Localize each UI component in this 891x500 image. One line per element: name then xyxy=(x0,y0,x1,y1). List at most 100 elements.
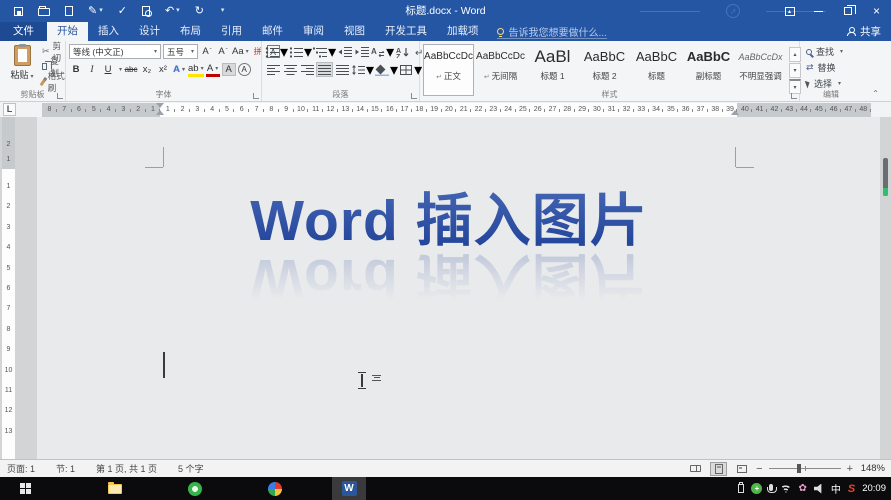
decrease-indent-button[interactable] xyxy=(337,44,353,59)
customize-qat-icon[interactable]: ▾ xyxy=(219,0,225,22)
format-painter-button[interactable]: 格式刷 xyxy=(39,71,65,93)
word-taskbar-button[interactable]: W xyxy=(332,477,366,500)
zoom-slider[interactable] xyxy=(768,464,841,473)
bullets-button[interactable]: ▾ xyxy=(265,44,288,61)
subscript-button[interactable]: x₂ xyxy=(140,62,154,77)
line-spacing-button[interactable]: ▾ xyxy=(351,62,374,79)
web-layout-button[interactable] xyxy=(733,462,750,476)
wifi-icon[interactable] xyxy=(780,484,792,493)
tab-insert[interactable]: 插入 xyxy=(88,22,129,41)
styles-dialog-launcher[interactable] xyxy=(791,93,797,99)
shading-button[interactable]: ▾ xyxy=(375,62,398,79)
print-layout-button[interactable] xyxy=(710,461,728,476)
zoom-in-button[interactable]: + xyxy=(847,463,853,474)
increase-indent-button[interactable] xyxy=(354,44,370,59)
bold-button[interactable]: B xyxy=(69,62,83,77)
enclose-characters-button[interactable]: A xyxy=(237,63,251,76)
italic-button[interactable]: I xyxy=(85,62,99,77)
usb-device-icon[interactable] xyxy=(738,482,745,493)
browser-button[interactable] xyxy=(258,477,292,500)
sort-button[interactable] xyxy=(395,44,411,59)
find-button[interactable]: 查找 ▾ xyxy=(806,44,843,59)
ribbon-display-options-icon[interactable]: ▴ xyxy=(775,0,804,22)
strikethrough-button[interactable]: abc xyxy=(124,62,138,77)
zoom-percentage[interactable]: 148% xyxy=(859,463,885,474)
start-button[interactable] xyxy=(8,477,42,500)
paragraph-dialog-launcher[interactable] xyxy=(411,93,417,99)
tab-file[interactable]: 文件 xyxy=(0,22,47,41)
page-count-indicator[interactable]: 第 1 页, 共 1 页 xyxy=(96,462,157,475)
restore-down-icon[interactable] xyxy=(833,0,862,22)
spelling-check-icon[interactable]: ✓ xyxy=(118,0,127,22)
scrollbar-thumb[interactable] xyxy=(883,158,888,196)
superscript-button[interactable]: x² xyxy=(156,62,170,77)
vertical-ruler[interactable]: 21 1 2 3 4 5 6 7 8 9 10 11 12 13 xyxy=(2,117,15,459)
ink-signature-icon[interactable]: ✎ ▾ xyxy=(88,0,103,22)
tab-layout[interactable]: 布局 xyxy=(170,22,211,41)
document-area[interactable]: Word 插入图片 Word 插入图片 xyxy=(15,117,891,459)
undo-icon[interactable]: ↶ ▾ xyxy=(165,0,180,22)
tab-addins[interactable]: 加载项 xyxy=(437,22,489,41)
font-dialog-launcher[interactable] xyxy=(253,93,259,99)
align-center-button[interactable] xyxy=(282,62,298,77)
shrink-font-button[interactable]: Aˇ xyxy=(216,44,230,59)
page-indicator[interactable]: 页面: 1 xyxy=(7,462,35,475)
sogou-ime-icon[interactable]: S xyxy=(848,483,855,495)
volume-icon[interactable] xyxy=(813,483,822,494)
font-name-combobox[interactable]: 等线 (中文正) ▾ xyxy=(69,44,161,59)
microphone-icon[interactable] xyxy=(767,484,778,493)
close-icon[interactable]: × xyxy=(862,0,891,22)
horizontal-ruler[interactable]: 87654321 1 2 3 4 5 6 7 8 9 10 11 12 13 14 15 16 17 18 19 20… xyxy=(42,103,871,117)
zoom-out-button[interactable]: − xyxy=(756,463,762,474)
tell-me-box[interactable]: 告诉我您想要做什么... xyxy=(496,24,607,39)
replace-button[interactable]: ⇄ 替换 xyxy=(806,60,836,75)
font-color-button[interactable]: A ▾ xyxy=(205,63,220,77)
clipboard-dialog-launcher[interactable] xyxy=(57,93,63,99)
minimize-icon[interactable] xyxy=(804,0,833,22)
open-icon[interactable] xyxy=(38,6,50,16)
health-cross-icon[interactable]: + xyxy=(751,483,763,494)
right-indent-marker[interactable] xyxy=(731,110,739,115)
change-case-button[interactable]: Aa ▾ xyxy=(232,44,249,59)
zoom-slider-thumb[interactable] xyxy=(797,464,802,473)
read-mode-button[interactable] xyxy=(687,462,704,476)
text-effects-button[interactable]: A ▾ xyxy=(172,62,186,77)
underline-button[interactable]: U xyxy=(101,62,115,77)
asian-layout-button[interactable]: ▾ xyxy=(371,44,394,61)
grow-font-button[interactable]: Aˆ xyxy=(200,44,214,59)
align-right-button[interactable] xyxy=(299,62,315,77)
word-count-indicator[interactable]: 5 个字 xyxy=(178,462,204,475)
ime-indicator[interactable]: 中 xyxy=(831,481,841,496)
multilevel-list-button[interactable]: ▾ xyxy=(313,44,336,61)
character-shading-button[interactable]: A xyxy=(221,63,236,76)
file-explorer-button[interactable] xyxy=(98,477,132,500)
hanging-indent-marker[interactable] xyxy=(156,110,164,115)
tab-home[interactable]: 开始 xyxy=(47,22,88,41)
new-document-icon[interactable] xyxy=(65,6,73,16)
redo-icon[interactable]: ↻ xyxy=(195,0,204,22)
font-size-combobox[interactable]: 五号 ▾ xyxy=(163,44,198,59)
print-preview-icon[interactable] xyxy=(141,6,152,17)
tab-references[interactable]: 引用 xyxy=(211,22,252,41)
justify-button[interactable] xyxy=(316,62,333,77)
flower-app-icon[interactable]: ✿ xyxy=(798,483,806,494)
tab-stop-selector[interactable]: L xyxy=(3,103,16,116)
share-button[interactable]: 共享 xyxy=(847,22,881,41)
align-left-button[interactable] xyxy=(265,62,281,77)
tab-design[interactable]: 设计 xyxy=(129,22,170,41)
tab-mailings[interactable]: 邮件 xyxy=(252,22,293,41)
tab-view[interactable]: 视图 xyxy=(334,22,375,41)
security-app-button[interactable] xyxy=(178,477,212,500)
borders-button[interactable]: ▾ xyxy=(399,62,422,79)
highlight-button[interactable]: ab ▾ xyxy=(188,63,204,77)
tab-review[interactable]: 审阅 xyxy=(293,22,334,41)
tab-developer[interactable]: 开发工具 xyxy=(375,22,437,41)
numbering-button[interactable]: ▾ xyxy=(289,44,312,61)
section-indicator[interactable]: 节: 1 xyxy=(56,462,75,475)
taskbar-clock[interactable]: 20:09 xyxy=(862,483,886,494)
save-icon[interactable] xyxy=(14,6,23,16)
distribute-button[interactable] xyxy=(334,62,350,77)
underline-dropdown[interactable]: ▾ xyxy=(119,66,122,73)
collapse-ribbon-icon[interactable]: ⌃ xyxy=(872,89,879,98)
first-line-indent-marker[interactable] xyxy=(156,103,164,108)
